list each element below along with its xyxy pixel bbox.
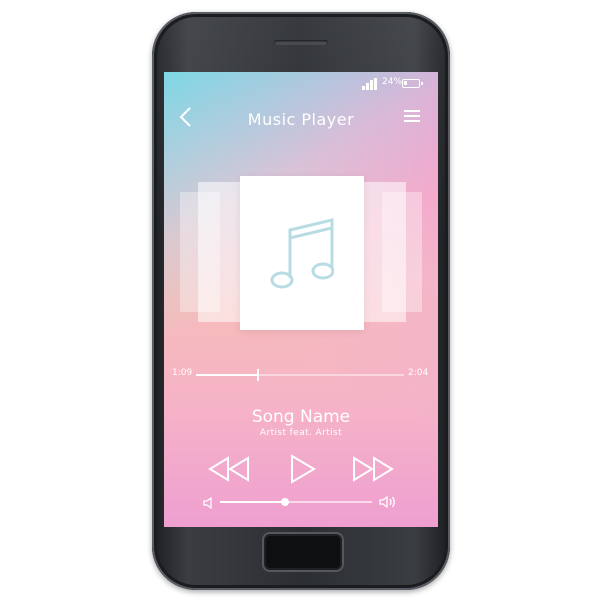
rewind-icon[interactable]: [206, 452, 254, 486]
playback-progress: 1:09 2:04: [164, 368, 438, 381]
progress-fill: [196, 374, 259, 376]
battery-icon: [402, 79, 423, 88]
status-bar: 24%: [164, 72, 438, 96]
signal-bars-icon: [362, 78, 378, 90]
album-art: [240, 176, 364, 330]
volume-slider[interactable]: [220, 498, 372, 506]
artist-name: Artist feat. Artist: [259, 428, 343, 438]
music-player-screen: 24% Music Player 1:09 2:04 Song Name Art…: [164, 72, 438, 527]
music-note-icon: [270, 218, 334, 289]
phone-frame: 24% Music Player 1:09 2:04 Song Name Art…: [152, 12, 450, 590]
album-card-right: [364, 182, 406, 322]
battery-level-fill: [404, 81, 408, 85]
volume-handle[interactable]: [281, 498, 290, 506]
page-title: Music Player: [247, 110, 355, 129]
total-time: 2:04: [408, 368, 429, 378]
volume-fill: [220, 501, 286, 503]
volume-low-icon[interactable]: [202, 496, 216, 510]
playback-controls: [164, 452, 438, 486]
song-title: Song Name: [251, 407, 351, 427]
earpiece-speaker: [274, 40, 328, 45]
album-carousel[interactable]: [174, 168, 428, 336]
play-icon[interactable]: [277, 452, 325, 486]
album-card-left: [198, 182, 240, 322]
elapsed-time: 1:09: [172, 368, 193, 378]
battery-percentage: 24%: [382, 77, 403, 87]
progress-handle[interactable]: [257, 369, 260, 381]
progress-slider[interactable]: [196, 369, 404, 381]
volume-high-icon[interactable]: [378, 494, 398, 510]
fast-forward-icon[interactable]: [348, 452, 396, 486]
volume-control: [164, 492, 438, 512]
header: Music Player: [164, 102, 438, 132]
home-button[interactable]: [262, 532, 344, 572]
hamburger-menu-icon[interactable]: [404, 110, 422, 124]
